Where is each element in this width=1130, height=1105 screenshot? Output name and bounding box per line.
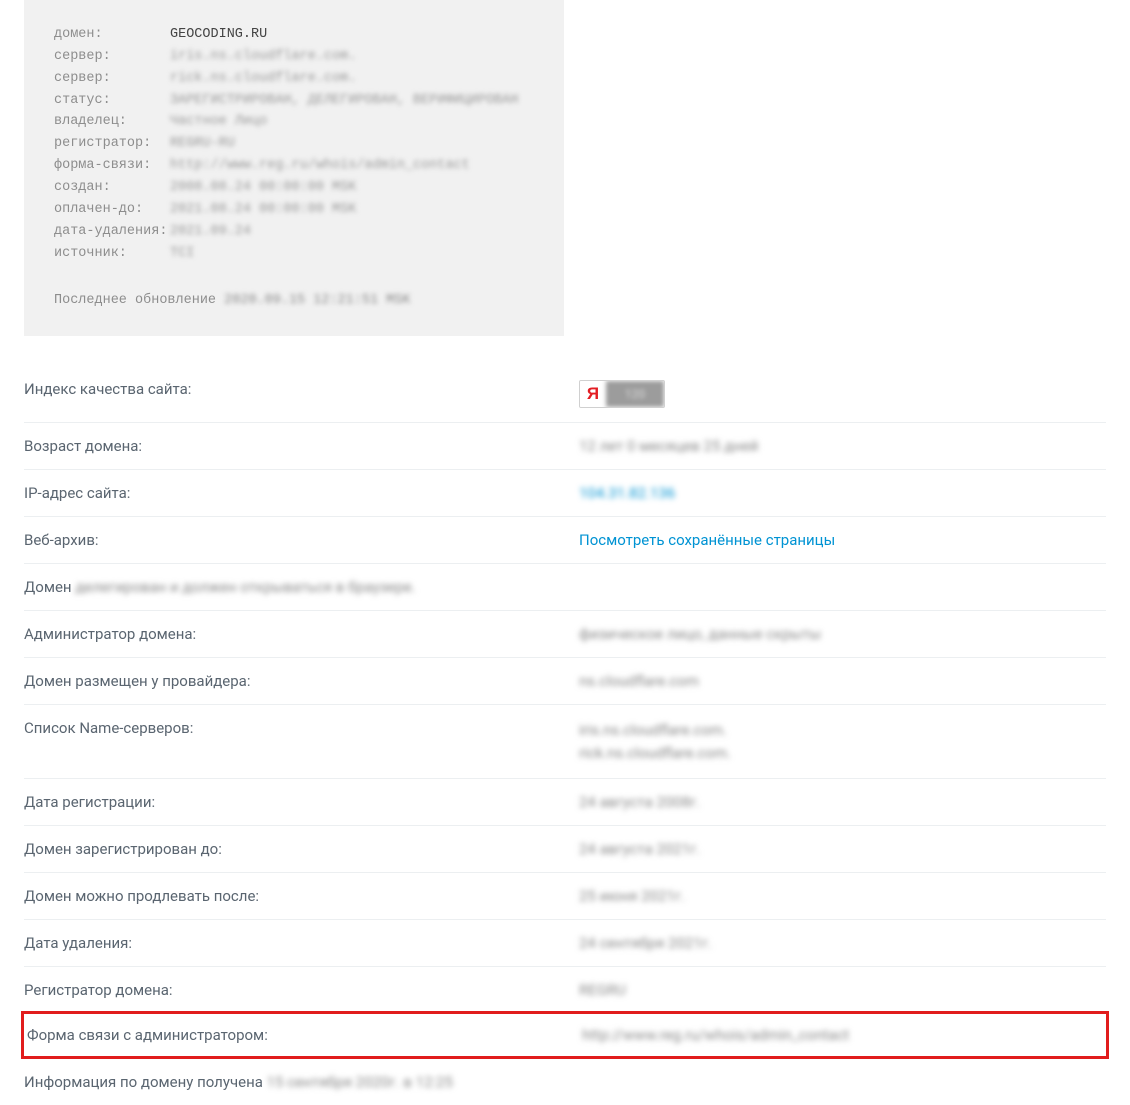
renew-after-label: Домен можно продлевать после: <box>24 887 579 905</box>
yandex-badge-value: 120 <box>606 381 664 407</box>
reg-date-label: Дата регистрации: <box>24 793 579 811</box>
whois-line: оплачен-до:2021.08.24 00:00:00 MSK <box>54 199 534 221</box>
whois-value: http://www.reg.ru/whois/admin_contact <box>170 158 470 173</box>
row-registrar: Регистратор домена: REGRU <box>24 967 1106 1014</box>
row-quality-index: Индекс качества сайта: Я 120 <box>24 366 1106 423</box>
whois-key: регистратор: <box>54 133 170 155</box>
whois-line: сервер:rick.ns.cloudflare.com. <box>54 68 534 90</box>
row-provider: Домен размещен у провайдера: ns.cloudfla… <box>24 658 1106 705</box>
info-received-value: 15 сентября 2020г. в 12:25 <box>267 1073 453 1091</box>
whois-last-update-value: 2020.09.15 12:21:51 MSK <box>224 293 410 308</box>
domain-age-value: 12 лет 0 месяцев 25 дней <box>579 437 1106 455</box>
whois-value: TCI <box>170 246 194 261</box>
whois-last-update: Последнее обновление 2020.09.15 12:21:51… <box>54 290 534 312</box>
whois-value: ЗАРЕГИСТРИРОВАН, ДЕЛЕГИРОВАН, ВЕРИФИЦИРО… <box>170 93 518 108</box>
row-delete-date: Дата удаления: 24 сентября 2021г. <box>24 920 1106 967</box>
row-domain-status: Домен делегирован и должен открываться в… <box>24 564 1106 611</box>
quality-index-label: Индекс качества сайта: <box>24 380 579 398</box>
provider-value: ns.cloudflare.com <box>579 672 1106 690</box>
whois-value: rick.ns.cloudflare.com. <box>170 71 356 86</box>
row-webarchive: Веб-архив: Посмотреть сохранённые страни… <box>24 517 1106 564</box>
ip-address-value[interactable]: 104.31.82.136 <box>579 484 1106 502</box>
row-contact-form: Форма связи с администратором: http://ww… <box>21 1011 1109 1059</box>
whois-key: владелец: <box>54 111 170 133</box>
webarchive-link[interactable]: Посмотреть сохранённые страницы <box>579 531 1106 549</box>
domain-age-label: Возраст домена: <box>24 437 579 455</box>
registrar-label: Регистратор домена: <box>24 981 579 999</box>
admin-label: Администратор домена: <box>24 625 579 643</box>
whois-key: источник: <box>54 243 170 265</box>
whois-line: источник:TCI <box>54 243 534 265</box>
whois-line: домен:GEOCODING.RU <box>54 24 534 46</box>
delete-date-value: 24 сентября 2021г. <box>579 934 1106 952</box>
delete-date-label: Дата удаления: <box>24 934 579 952</box>
whois-line: владелец:Частное Лицо <box>54 111 534 133</box>
whois-line: форма-связи:http://www.reg.ru/whois/admi… <box>54 155 534 177</box>
whois-value: Частное Лицо <box>170 114 267 129</box>
row-renew-after: Домен можно продлевать после: 25 июня 20… <box>24 873 1106 920</box>
registrar-value: REGRU <box>579 981 1106 999</box>
whois-line: статус:ЗАРЕГИСТРИРОВАН, ДЕЛЕГИРОВАН, ВЕР… <box>54 90 534 112</box>
nameserver-2: rick.ns.cloudflare.com. <box>579 742 1106 765</box>
webarchive-label: Веб-архив: <box>24 531 579 549</box>
domain-status-prefix: Домен <box>24 578 72 596</box>
reg-date-value: 24 августа 2008г. <box>579 793 1106 811</box>
whois-line: создан:2008.08.24 00:00:00 MSK <box>54 177 534 199</box>
whois-value: 2021.09.24 <box>170 224 251 239</box>
nameserver-1: iris.ns.cloudflare.com. <box>579 719 1106 742</box>
renew-after-value: 25 июня 2021г. <box>579 887 1106 905</box>
whois-key: форма-связи: <box>54 155 170 177</box>
row-reg-until: Домен зарегистрирован до: 24 августа 202… <box>24 826 1106 873</box>
yandex-badge: Я 120 <box>579 380 665 408</box>
provider-label: Домен размещен у провайдера: <box>24 672 579 690</box>
domain-status-text: делегирован и должен открываться в брауз… <box>75 578 415 596</box>
row-nameservers: Список Name-серверов: iris.ns.cloudflare… <box>24 705 1106 779</box>
whois-key: домен: <box>54 24 170 46</box>
whois-key: создан: <box>54 177 170 199</box>
whois-value: REGRU-RU <box>170 136 235 151</box>
reg-until-label: Домен зарегистрирован до: <box>24 840 579 858</box>
row-info-received: Информация по домену получена 15 сентябр… <box>24 1059 1106 1105</box>
whois-line: сервер:iris.ns.cloudflare.com. <box>54 46 534 68</box>
whois-value: 2021.08.24 00:00:00 MSK <box>170 202 356 217</box>
row-ip-address: IP-адрес сайта: 104.31.82.136 <box>24 470 1106 517</box>
whois-last-update-label: Последнее обновление <box>54 293 216 308</box>
contact-form-value: http://www.reg.ru/whois/admin_contact <box>582 1026 1103 1044</box>
admin-value: физическое лицо, данные скрыты <box>579 625 1106 643</box>
whois-key: сервер: <box>54 46 170 68</box>
nameservers-value: iris.ns.cloudflare.com. rick.ns.cloudfla… <box>579 719 1106 764</box>
yandex-icon: Я <box>580 381 606 407</box>
whois-key: статус: <box>54 90 170 112</box>
domain-info-table: Индекс качества сайта: Я 120 Возраст дом… <box>24 366 1106 1105</box>
whois-value: iris.ns.cloudflare.com. <box>170 49 356 64</box>
reg-until-value: 24 августа 2021г. <box>579 840 1106 858</box>
ip-address-label: IP-адрес сайта: <box>24 484 579 502</box>
row-admin: Администратор домена: физическое лицо, д… <box>24 611 1106 658</box>
whois-value: 2008.08.24 00:00:00 MSK <box>170 180 356 195</box>
whois-line: дата-удаления:2021.09.24 <box>54 221 534 243</box>
whois-key: сервер: <box>54 68 170 90</box>
nameservers-label: Список Name-серверов: <box>24 719 579 737</box>
row-reg-date: Дата регистрации: 24 августа 2008г. <box>24 779 1106 826</box>
row-domain-age: Возраст домена: 12 лет 0 месяцев 25 дней <box>24 423 1106 470</box>
info-received-prefix: Информация по домену получена <box>24 1073 263 1091</box>
whois-key: оплачен-до: <box>54 199 170 221</box>
quality-index-value: Я 120 <box>579 380 1106 408</box>
whois-raw-block: домен:GEOCODING.RUсервер:iris.ns.cloudfl… <box>24 0 564 336</box>
contact-form-label: Форма связи с администратором: <box>27 1026 582 1044</box>
whois-line: регистратор:REGRU-RU <box>54 133 534 155</box>
whois-key: дата-удаления: <box>54 221 170 243</box>
whois-value: GEOCODING.RU <box>170 27 267 42</box>
